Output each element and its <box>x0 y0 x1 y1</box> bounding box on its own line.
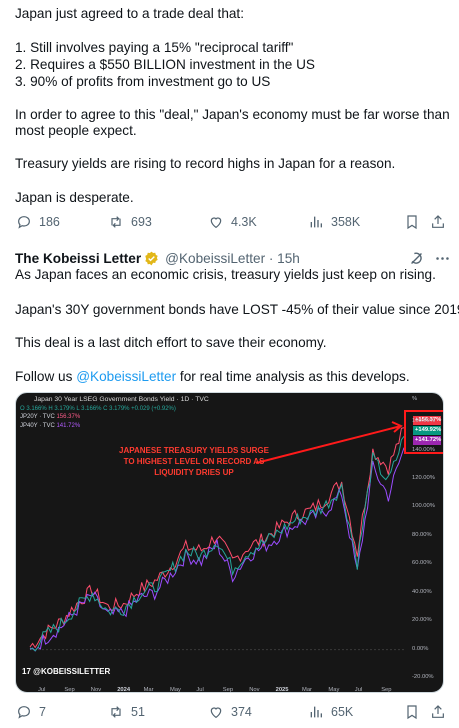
ohlc-readout: O 3.166% H 3.179% L 3.166% C 3.179% +0.0… <box>20 406 176 412</box>
x-tick-label: Mar <box>302 687 312 693</box>
reply-button[interactable]: 7 <box>16 701 46 723</box>
repost-icon <box>111 706 121 718</box>
x-tick-label: Jul <box>38 687 46 693</box>
legend-value: 156.37% <box>56 414 81 420</box>
x-tick-label: Sep <box>64 687 75 693</box>
y-tick-label: 20.00% <box>412 617 432 624</box>
value-tag-jp30: +149.92% <box>413 426 442 435</box>
x-tick-label: Nov <box>249 687 260 693</box>
repost-icon <box>111 216 121 228</box>
repost-button[interactable]: 51 <box>108 701 145 723</box>
reply-button[interactable]: 186 <box>16 211 60 233</box>
x-tick-label: Mar <box>143 687 154 693</box>
y-tick-label: 60.00% <box>412 560 432 567</box>
tweet-text-line: most people expect. <box>15 123 137 138</box>
x-tick-label: May <box>328 687 340 693</box>
watermark: 17 @KOBEISSILETTER <box>22 667 110 676</box>
reply-count: 186 <box>39 215 60 229</box>
author-handle[interactable]: @KobeissiLetter · 15h <box>165 251 300 266</box>
repost-count: 51 <box>131 705 145 719</box>
tweet-text-line: Japan just agreed to a trade deal that: <box>15 6 244 21</box>
like-button[interactable]: 4.3K <box>208 211 257 233</box>
tweet-text-line: Treasury yields are rising to record hig… <box>15 156 396 171</box>
tweet-text-line: As Japan faces an economic crisis, treas… <box>15 267 436 282</box>
view-count: 358K <box>331 215 361 229</box>
tradingview-logo-icon: 17 <box>22 667 31 676</box>
y-tick-label: 160.00% <box>412 418 435 425</box>
y-tick-label: 100.00% <box>412 503 435 510</box>
follow-text: for real time analysis as this develops. <box>176 369 410 384</box>
tweet-text-line: Japan is desperate. <box>15 190 134 205</box>
verified-badge-icon <box>145 251 158 265</box>
legend-label: JP20Y · TVC <box>20 414 55 420</box>
repost-count: 693 <box>131 215 152 229</box>
tweet-text-line: Japan's 30Y government bonds have LOST -… <box>15 302 459 317</box>
legend-jp20: JP20Y · TVC 156.37% <box>20 414 80 420</box>
legend-jp40: JP40Y · TVC 141.72% <box>20 423 80 429</box>
repost-button[interactable]: 693 <box>108 211 152 233</box>
y-tick-label: -20.00% <box>412 674 434 680</box>
x-tick-label: 2024 <box>117 687 131 693</box>
x-tick-label: Sep <box>222 687 234 693</box>
chart-image[interactable]: Japan 30 Year LSEG Government Bonds Yiel… <box>15 392 444 693</box>
like-count: 374 <box>231 705 252 719</box>
like-button[interactable]: 374 <box>208 701 252 723</box>
heart-icon <box>210 217 222 229</box>
more-options-icon[interactable] <box>434 250 451 267</box>
tweet-actions: 7 51 374 65K <box>0 701 459 723</box>
tweet-text-line: 3. 90% of profits from investment go to … <box>15 74 271 89</box>
mention-link[interactable]: @KobeissiLetter <box>76 369 176 384</box>
tweet-text-line: In order to agree to this "deal," Japan'… <box>15 107 450 122</box>
like-count: 4.3K <box>231 215 257 229</box>
legend-value: 141.72% <box>56 423 81 429</box>
y-tick-label: 40.00% <box>412 588 432 595</box>
yield-chart <box>29 421 405 652</box>
y-tick-label: 0.00% <box>412 645 429 652</box>
tweet-actions: 186 693 4.3K 358K <box>0 211 459 233</box>
share-icon[interactable] <box>430 214 446 230</box>
chart-annotation: JAPANESE TREASURY YIELDS SURGE TO HIGHES… <box>119 446 269 477</box>
reply-icon <box>18 706 30 719</box>
x-tick-label: Nov <box>90 687 102 693</box>
grok-icon[interactable] <box>408 250 425 267</box>
watermark-text: @KOBEISSILETTER <box>33 667 111 676</box>
y-tick-label: 120.00% <box>412 474 435 481</box>
bookmark-icon[interactable] <box>404 704 420 720</box>
x-tick-label: 2025 <box>275 687 289 693</box>
annotation-arrow <box>255 421 403 464</box>
y-unit-label: % <box>412 396 418 402</box>
views-button[interactable]: 65K <box>308 701 353 723</box>
reply-count: 7 <box>39 705 46 719</box>
view-count: 65K <box>331 705 354 719</box>
value-tag-jp40: +141.72% <box>413 436 442 445</box>
legend-label: JP40Y · TVC <box>20 423 55 429</box>
x-tick-label: Jul <box>196 687 204 693</box>
x-tick-label: Jul <box>354 687 363 693</box>
share-icon[interactable] <box>430 704 446 720</box>
tweet-text-line: This deal is a last ditch effort to save… <box>15 335 327 350</box>
author-name[interactable]: The Kobeissi Letter <box>15 251 141 266</box>
analytics-icon <box>310 706 322 718</box>
series-line-jp40y <box>29 447 405 652</box>
tweet-text-line: 2. Requires a $550 BILLION investment in… <box>15 57 315 72</box>
views-button[interactable]: 358K <box>308 211 360 233</box>
chart-title: Japan 30 Year LSEG Government Bonds Yiel… <box>34 396 209 403</box>
analytics-icon <box>310 216 322 228</box>
heart-icon <box>210 707 222 719</box>
tweet-text-line: 1. Still involves paying a 15% "reciproc… <box>15 40 294 55</box>
y-tick-label: 80.00% <box>412 531 432 538</box>
reply-icon <box>18 216 30 229</box>
x-tick-label: Sep <box>381 687 392 693</box>
follow-text: Follow us <box>15 369 77 384</box>
tweet-text-line: Follow us @KobeissiLetter for real time … <box>15 368 410 385</box>
y-tick-label: 140.00% <box>412 446 435 453</box>
x-tick-label: May <box>170 687 181 693</box>
tweet-author: The Kobeissi Letter @KobeissiLetter · 15… <box>15 249 300 267</box>
bookmark-icon[interactable] <box>404 214 420 230</box>
